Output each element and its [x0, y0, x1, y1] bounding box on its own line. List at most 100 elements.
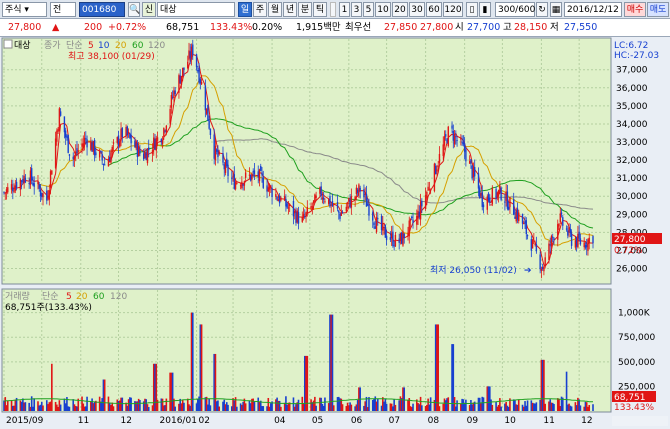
sell-button[interactable]: 매도 [647, 2, 669, 17]
candle-body [322, 197, 325, 200]
range-select-value: 전 [53, 5, 62, 15]
vol-legend-ma5: 5 [66, 292, 72, 302]
candle-body [112, 142, 115, 144]
candle-body [262, 177, 264, 188]
period-month-button[interactable]: 월 [268, 2, 282, 17]
volume-ratio: 133.43% [210, 22, 253, 33]
volume-bar [385, 403, 388, 411]
candle-body [321, 197, 324, 200]
trade-value: 1,915백만 [296, 22, 341, 33]
candle-body [438, 153, 441, 164]
panel-toggle-icon[interactable] [3, 39, 13, 49]
last-volume-label: 68,751 [614, 393, 646, 403]
candle-body [224, 162, 227, 173]
volume-bar [588, 405, 591, 411]
interval-1-button[interactable]: 1 [339, 2, 350, 17]
candle-body [402, 231, 404, 246]
candle-body [324, 201, 326, 203]
candle-body [268, 184, 271, 190]
open-label: 시 [455, 22, 464, 33]
new-tag: 신 [142, 2, 156, 17]
candle-body [393, 245, 395, 247]
calendar-icon[interactable]: ▦ [550, 2, 562, 17]
candle-body [535, 243, 538, 252]
candle-body [28, 183, 30, 185]
vol-legend-simple: 단순 [42, 291, 59, 302]
volume-bar [244, 403, 247, 411]
candle-body [85, 138, 87, 140]
interval-20-button[interactable]: 20 [392, 2, 408, 17]
candle-body [49, 171, 52, 188]
volume-bar [331, 314, 334, 411]
candle-body [90, 142, 92, 150]
interval-3-button[interactable]: 3 [351, 2, 362, 17]
candle-body [355, 187, 358, 195]
market-select[interactable]: 주식 ▾ [2, 2, 47, 17]
candle-body [568, 227, 570, 233]
candle-body [82, 143, 84, 147]
candle-body [394, 234, 397, 247]
candle-body [47, 197, 49, 199]
candle-body [68, 154, 71, 156]
volume-bar [262, 406, 265, 411]
candle-body [569, 228, 572, 234]
x-tick-label: 11 [543, 416, 554, 426]
low-label: 저 [550, 22, 559, 33]
candle-body [266, 185, 268, 192]
candle-body [486, 196, 488, 210]
tool-button-1[interactable]: ▯ [466, 2, 478, 17]
volume-bar [526, 400, 529, 411]
interval-30-button[interactable]: 30 [409, 2, 425, 17]
candle-body [192, 44, 194, 56]
interval-5-button[interactable]: 5 [363, 2, 374, 17]
interval-60-button[interactable]: 60 [426, 2, 442, 17]
tool-button-2[interactable]: ▮ [479, 2, 491, 17]
scrollbar[interactable] [612, 416, 668, 426]
x-tick-label: 11 [78, 416, 89, 426]
stock-name-field[interactable]: 대상 [157, 2, 235, 17]
candle-body [539, 254, 541, 270]
candle-body [550, 235, 553, 247]
range-select[interactable]: 전 [50, 2, 76, 17]
interval-10-button[interactable]: 10 [375, 2, 391, 17]
candle-body [41, 192, 43, 197]
period-year-button[interactable]: 년 [283, 2, 297, 17]
period-week-button[interactable]: 주 [253, 2, 267, 17]
period-minute-button[interactable]: 분 [298, 2, 312, 17]
stock-code-input[interactable]: 001680 [79, 2, 125, 17]
candle-body [350, 196, 353, 208]
candle-body [471, 165, 473, 179]
candle-body [120, 128, 122, 141]
candle-body [146, 148, 149, 164]
volume-bar [42, 405, 44, 411]
volume-bar [332, 405, 335, 411]
period-day-button[interactable]: 일 [238, 2, 252, 17]
x-tick-label: 04 [274, 416, 286, 426]
candle-body [368, 205, 370, 216]
volume-bar [139, 400, 141, 411]
volume-bar [51, 363, 53, 411]
candle-body [198, 67, 200, 83]
volume-bar [156, 399, 159, 411]
volume-bar [103, 379, 106, 411]
candle-body [531, 239, 534, 249]
buy-button[interactable]: 매수 [624, 2, 646, 17]
candle-body [205, 108, 208, 114]
stock-chart[interactable]: 26,00027,00028,00029,00030,00031,00032,0… [0, 37, 670, 429]
candle-body [137, 146, 140, 157]
count-apply-button[interactable]: ↻ [536, 2, 548, 17]
candle-body [504, 201, 506, 203]
count-field[interactable]: 300/600 [495, 2, 535, 17]
interval-120-button[interactable]: 120 [443, 2, 463, 17]
volume-bar [147, 407, 150, 411]
candle-body [574, 240, 577, 248]
date-field[interactable]: 2016/12/12 [564, 2, 622, 17]
candle-body [12, 187, 14, 192]
period-tick-button[interactable]: 틱 [313, 2, 327, 17]
candle-body [223, 164, 225, 170]
volume-bar [33, 398, 36, 411]
candle-body [437, 165, 439, 167]
candle-body [51, 170, 53, 175]
candle-body [552, 236, 554, 238]
search-button[interactable]: 🔍 [128, 2, 140, 17]
